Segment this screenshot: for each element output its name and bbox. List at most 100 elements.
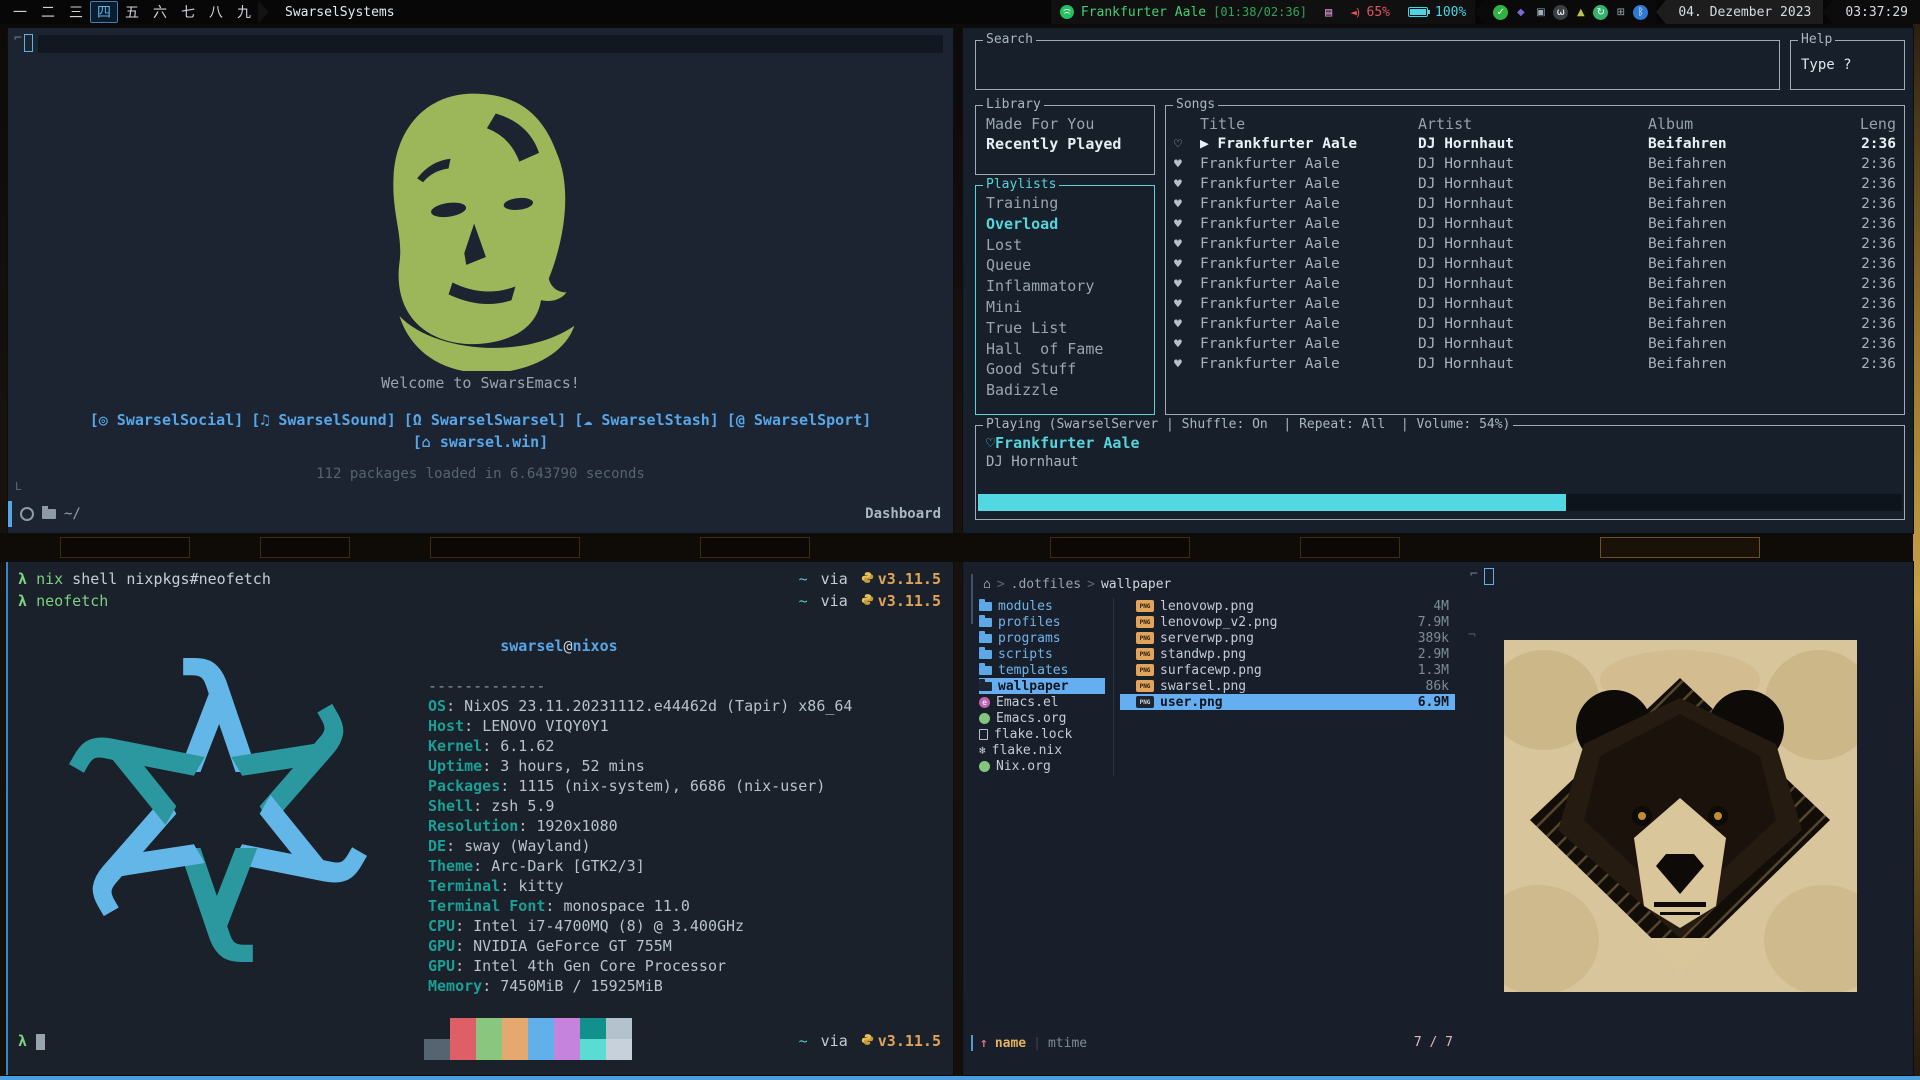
breadcrumb[interactable]: ⌂>.dotfiles>wallpaper	[983, 577, 1171, 592]
file-row-lenovowp.png[interactable]: PNGlenovowp.png4M	[1120, 598, 1455, 614]
song-row[interactable]: ♥Frankfurter AaleDJ HornhautBeifahren2:3…	[1174, 194, 1896, 214]
workspace-4[interactable]: 四	[90, 1, 118, 23]
workspace-8[interactable]: 八	[202, 1, 230, 23]
song-row[interactable]: ♥Frankfurter AaleDJ HornhautBeifahren2:3…	[1174, 354, 1896, 374]
playlist-item[interactable]: Hall of Fame	[986, 339, 1144, 360]
library-item[interactable]: Recently Played	[986, 134, 1144, 154]
workspace-7[interactable]: 七	[174, 1, 202, 23]
sidebar-entry-flake.nix[interactable]: ❄flake.nix	[979, 742, 1105, 758]
workspace-5[interactable]: 五	[118, 1, 146, 23]
battery-module[interactable]: 100%	[1399, 0, 1475, 24]
progress-bar[interactable]	[978, 494, 1902, 511]
breadcrumb-segment[interactable]: wallpaper	[1101, 577, 1171, 592]
displays-icon[interactable]: ⊞	[1613, 5, 1628, 20]
playlist-item[interactable]: Badizzle	[986, 380, 1144, 401]
workspace-1[interactable]: 一	[6, 1, 34, 23]
file-size: 1.3M	[1418, 663, 1455, 678]
file-size: 7.9M	[1418, 615, 1455, 630]
song-row[interactable]: ♥Frankfurter AaleDJ HornhautBeifahren2:3…	[1174, 154, 1896, 174]
playlist-item[interactable]: True List	[986, 318, 1144, 339]
discord-icon[interactable]: ω	[1553, 5, 1568, 20]
workspace-6[interactable]: 六	[146, 1, 174, 23]
playlist-item[interactable]: Lost	[986, 235, 1144, 256]
gem-icon[interactable]: ◆	[1513, 5, 1528, 20]
liked-heart-icon[interactable]: ♥	[1174, 297, 1200, 312]
playlist-item[interactable]: Mini	[986, 297, 1144, 318]
liked-heart-icon[interactable]: ♥	[1174, 197, 1200, 212]
clock-module[interactable]: 03:37:29	[1833, 0, 1920, 24]
date-module[interactable]: 04. Dezember 2023	[1666, 0, 1823, 24]
liked-heart-icon[interactable]: ♥	[1174, 277, 1200, 292]
breadcrumb-segment[interactable]: .dotfiles	[1011, 577, 1081, 592]
keyboard-module[interactable]: ▤	[1316, 0, 1341, 24]
song-row[interactable]: ♥Frankfurter AaleDJ HornhautBeifahren2:3…	[1174, 314, 1896, 334]
bluetooth-icon[interactable]: ᛒ	[1633, 5, 1648, 20]
dashboard-link-swarselsound[interactable]: [♫ SwarselSound]	[251, 411, 396, 429]
library-item[interactable]: Made For You	[986, 114, 1144, 134]
song-row[interactable]: ♡▶ Frankfurter AaleDJ HornhautBeifahren2…	[1174, 134, 1896, 154]
sidebar-entry-programs[interactable]: programs	[979, 630, 1105, 646]
syncthing-icon[interactable]: ↻	[1593, 5, 1608, 20]
workspace-2[interactable]: 二	[34, 1, 62, 23]
terminal-window[interactable]: λ nix shell nixpkgs#neofetch λ neofetch …	[6, 562, 953, 1075]
sidebar-entry-profiles[interactable]: profiles	[979, 614, 1105, 630]
separator-arrow-icon	[1656, 0, 1666, 24]
liked-heart-icon[interactable]: ♥	[1174, 257, 1200, 272]
file-row-swarsel.png[interactable]: PNGswarsel.png86k	[1120, 678, 1455, 694]
song-row[interactable]: ♥Frankfurter AaleDJ HornhautBeifahren2:3…	[1174, 334, 1896, 354]
dashboard-link-swarsel-win[interactable]: [⌂ swarsel.win]	[413, 433, 548, 451]
file-row-user.png[interactable]: PNGuser.png6.9M	[1120, 694, 1455, 710]
song-row[interactable]: ♥Frankfurter AaleDJ HornhautBeifahren2:3…	[1174, 254, 1896, 274]
file-row-surfacewp.png[interactable]: PNGsurfacewp.png1.3M	[1120, 662, 1455, 678]
liked-heart-icon[interactable]: ♥	[1174, 217, 1200, 232]
playlist-item[interactable]: Queue	[986, 255, 1144, 276]
liked-heart-icon[interactable]: ♥	[1174, 337, 1200, 352]
sidebar-entry-wallpaper[interactable]: wallpaper	[979, 678, 1105, 694]
search-input[interactable]: Search	[975, 40, 1780, 90]
sidebar-entry-emacs.org[interactable]: Emacs.org	[979, 710, 1105, 726]
liked-heart-icon[interactable]: ♥	[1174, 157, 1200, 172]
liked-heart-icon[interactable]: ♡	[986, 434, 995, 452]
liked-heart-icon[interactable]: ♥	[1174, 177, 1200, 192]
liked-heart-icon[interactable]: ♥	[1174, 317, 1200, 332]
song-row[interactable]: ♥Frankfurter AaleDJ HornhautBeifahren2:3…	[1174, 214, 1896, 234]
breadcrumb-segment[interactable]: ⌂	[983, 577, 991, 592]
liked-heart-icon[interactable]: ♥	[1174, 237, 1200, 252]
song-row[interactable]: ♥Frankfurter AaleDJ HornhautBeifahren2:3…	[1174, 174, 1896, 194]
liked-heart-icon[interactable]: ♡	[1174, 137, 1200, 152]
sidebar-entry-emacs.el[interactable]: eEmacs.el	[979, 694, 1105, 710]
sidebar-entry-templates[interactable]: templates	[979, 662, 1105, 678]
sidebar-entry-scripts[interactable]: scripts	[979, 646, 1105, 662]
field-value: Arc-Dark [GTK2/3]	[491, 857, 645, 875]
songs-table: TitleArtistAlbumLeng♡▶ Frankfurter AaleD…	[1166, 106, 1904, 374]
liked-heart-icon[interactable]: ♥	[1174, 357, 1200, 372]
dashboard-link-swarselsocial[interactable]: [◎ SwarselSocial]	[90, 411, 244, 429]
tent-icon[interactable]: ▲	[1573, 5, 1588, 20]
statusbar-sort[interactable]: ↑ name | mtime	[971, 1035, 1087, 1051]
dashboard-link-swarselsport[interactable]: [@ SwarselSport]	[727, 411, 872, 429]
song-row[interactable]: ♥Frankfurter AaleDJ HornhautBeifahren2:3…	[1174, 274, 1896, 294]
playlist-item[interactable]: Training	[986, 193, 1144, 214]
dashboard-link-swarselstash[interactable]: [☁ SwarselStash]	[574, 411, 719, 429]
scroll-indicator[interactable]	[971, 574, 973, 624]
now-playing-module[interactable]: Frankfurter Aale [01:38/02:36]	[1051, 0, 1316, 24]
file-row-standwp.png[interactable]: PNGstandwp.png2.9M	[1120, 646, 1455, 662]
workspace-9[interactable]: 九	[230, 1, 258, 23]
sidebar-entry-modules[interactable]: modules	[979, 598, 1105, 614]
dashboard-link-swarselswarsel[interactable]: [Ω SwarselSwarsel]	[404, 411, 567, 429]
playlist-item[interactable]: Overload	[986, 214, 1144, 235]
volume-module[interactable]: ◄) 65%	[1341, 0, 1399, 24]
status-modules: Frankfurter Aale [01:38/02:36] ▤ ◄) 65% …	[1051, 0, 1920, 24]
check-icon[interactable]: ✓	[1493, 5, 1508, 20]
snapshot-icon[interactable]: ▣	[1533, 5, 1548, 20]
song-row[interactable]: ♥Frankfurter AaleDJ HornhautBeifahren2:3…	[1174, 234, 1896, 254]
file-row-lenovowp_v2.png[interactable]: PNGlenovowp_v2.png7.9M	[1120, 614, 1455, 630]
sidebar-entry-flake.lock[interactable]: flake.lock	[979, 726, 1105, 742]
shell-prompt[interactable]: λ	[18, 1032, 45, 1050]
song-row[interactable]: ♥Frankfurter AaleDJ HornhautBeifahren2:3…	[1174, 294, 1896, 314]
playlist-item[interactable]: Good Stuff	[986, 359, 1144, 380]
sidebar-entry-nix.org[interactable]: Nix.org	[979, 758, 1105, 774]
workspace-3[interactable]: 三	[62, 1, 90, 23]
playlist-item[interactable]: Inflammatory	[986, 276, 1144, 297]
file-row-serverwp.png[interactable]: PNGserverwp.png389k	[1120, 630, 1455, 646]
